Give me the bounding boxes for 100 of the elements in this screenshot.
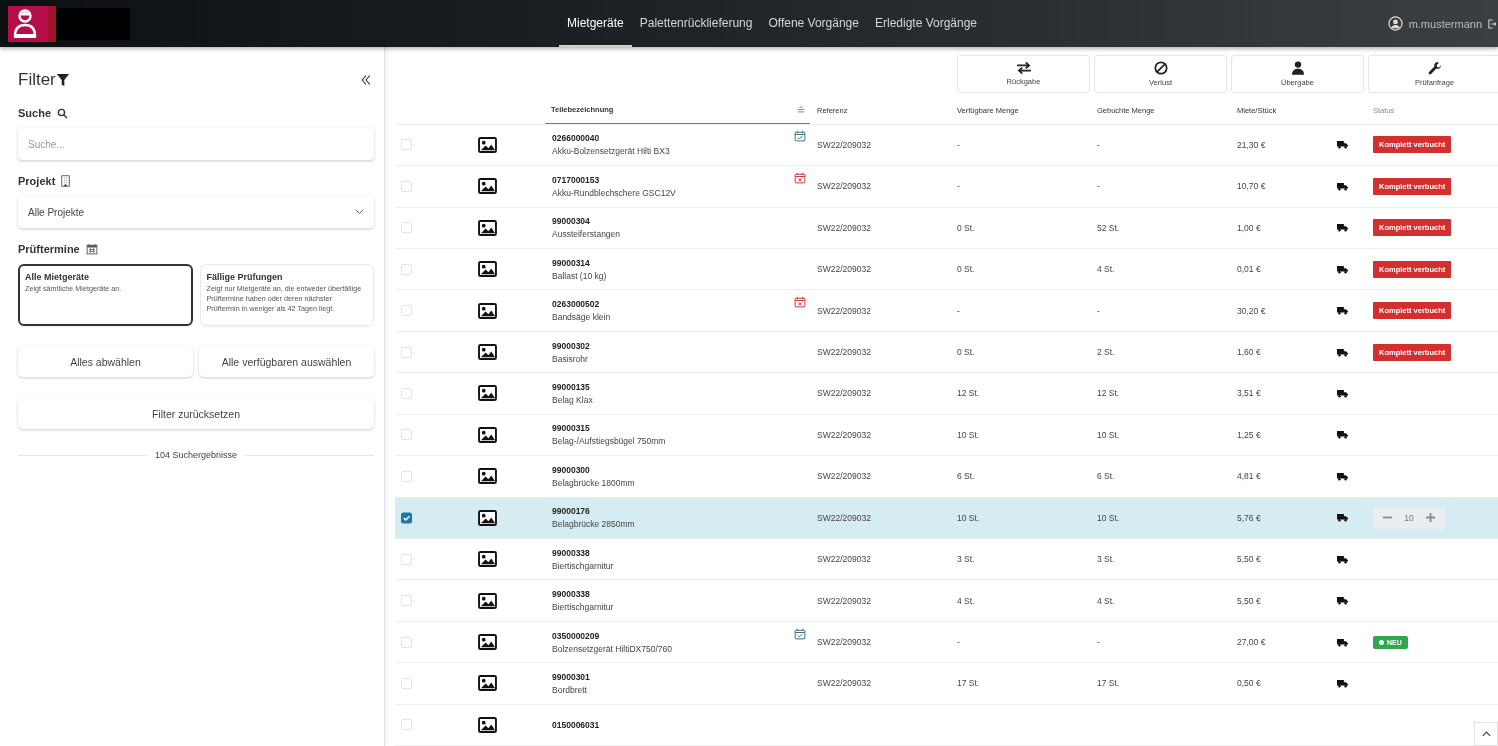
quantity-stepper[interactable]: 10 [1373,506,1445,529]
table-cell: 17 St. [957,678,980,689]
table-cell: 1,60 € [1237,347,1261,358]
truck-icon[interactable] [1337,389,1348,398]
row-checkbox[interactable] [401,429,412,441]
table-cell: 10 St. [957,429,980,440]
item-number: 99000338 [552,589,591,600]
select-button[interactable]: Alles abwählen [18,346,193,377]
table-cell: - [957,637,960,647]
row-checkbox[interactable] [401,388,412,399]
truck-icon[interactable] [1337,223,1348,233]
table-cell: SW22/209032 [817,595,871,606]
item-number: 99000135 [552,382,591,392]
truck-icon[interactable] [1337,347,1348,357]
truck-icon[interactable] [1337,554,1348,564]
sort-icon[interactable] [797,106,805,114]
table-cell: 21,30 € [1237,139,1266,150]
row-checkbox[interactable] [401,263,412,275]
truck-icon[interactable] [1337,306,1348,316]
item-name: Bordbrett [552,684,588,695]
plus-icon[interactable] [1426,513,1435,523]
image-placeholder-icon [478,344,497,361]
row-checkbox[interactable] [401,470,412,482]
row-checkbox[interactable] [401,139,412,151]
item-number: 99000304 [552,216,591,227]
table-cell: - [957,181,960,192]
table-cell: 30,20 € [1237,305,1266,316]
row-checkbox[interactable] [401,677,412,689]
nav-tab[interactable]: Palettenrücklieferung [631,0,761,47]
table-cell: 4 St. [1097,264,1115,275]
table-cell: - [1097,637,1100,647]
item-name: Biertischgarnitur [552,602,614,613]
table-cell: 12 St. [957,388,980,399]
table-cell: 4 St. [1097,595,1115,606]
row-checkbox[interactable] [401,222,412,234]
table-cell: SW22/209032 [817,637,871,647]
truck-icon[interactable] [1337,513,1348,523]
item-name: Belagbrücke 2850mm [552,519,635,530]
row-checkbox[interactable] [401,346,412,358]
scroll-top-button[interactable] [1474,722,1498,746]
nav-tab[interactable]: Offene Vorgänge [760,0,867,47]
truck-icon[interactable] [1337,264,1348,274]
table-cell: SW22/209032 [817,222,871,233]
row-checkbox[interactable] [401,553,412,565]
item-number: 0263000502 [552,299,601,310]
image-placeholder-icon [478,385,497,402]
nav-tab[interactable]: Erledigte Vorgänge [866,0,986,47]
section-label: Projekt [18,175,56,187]
selected-row[interactable]: 99000176 Belagbrücke 2850mm SW22/209032 10 St. 10 St. 5,76 € 10 [395,497,1498,539]
user-circle-icon[interactable] [1387,16,1403,31]
section-label: Prüftermine [18,243,80,255]
select-button[interactable]: Alle verfügbaren auswählen [199,346,374,377]
truck-icon[interactable] [1337,430,1348,440]
logo-icon[interactable] [8,5,56,42]
table-cell: 2 St. [1097,347,1115,358]
item-name: Belagbrücke 1800mm [552,477,635,488]
truck-icon[interactable] [1337,140,1348,150]
image-placeholder-icon [478,302,497,319]
search-field[interactable]: Suche... [18,128,374,160]
table-cell: 5,76 € [1237,512,1261,523]
table-cell: 1,25 € [1237,429,1261,440]
table-cell: 0,01 € [1237,264,1261,275]
item-name: Akku-Bolzensetzgerät Hilti BX3 [552,146,670,157]
row-checkbox[interactable] [401,180,412,192]
table-cell: 6 St. [957,471,975,482]
image-placeholder-icon [478,261,497,278]
truck-icon[interactable] [1337,637,1348,647]
caret-icon [355,209,364,215]
truck-icon[interactable] [1337,181,1348,191]
nav-tab[interactable]: Mietgeräte [559,0,632,47]
collapse-icon[interactable] [360,74,372,86]
calendar-check-icon [794,627,806,640]
caret-up-icon [1481,731,1491,737]
table-cell: SW22/209032 [817,139,871,150]
project-select[interactable]: Alle Projekte [18,196,374,228]
table-cell: 0 St. [957,264,975,275]
truck-icon[interactable] [1337,678,1348,688]
table-cell: 10 St. [1097,429,1120,440]
table-cell: 0 St. [957,347,975,358]
table-cell: 3 St. [957,554,975,565]
row-checkbox[interactable] [401,719,412,731]
row-checkbox[interactable] [401,636,412,648]
table-cell: 10,70 € [1237,181,1266,192]
username[interactable]: m.mustermann [1408,17,1482,30]
row-checkbox[interactable] [401,305,412,317]
table-cell: 52 St. [1097,222,1120,233]
reset-filter-button[interactable]: Filter zurücksetzen [18,398,374,429]
table-cell: 12 St. [1097,388,1120,399]
table-cell: 5,50 € [1237,554,1261,565]
logout-icon[interactable] [1488,18,1496,29]
item-number: 0350000209 [552,630,601,641]
table-cell: 10 St. [1097,512,1120,523]
table-cell: 27,00 € [1237,637,1266,647]
truck-icon[interactable] [1337,471,1348,481]
image-placeholder-icon [478,592,497,609]
row-checkbox[interactable] [401,512,412,524]
image-placeholder-icon [478,634,497,650]
truck-icon[interactable] [1337,596,1348,606]
item-name: Ballast (10 kg) [552,270,607,281]
row-checkbox[interactable] [401,595,412,607]
